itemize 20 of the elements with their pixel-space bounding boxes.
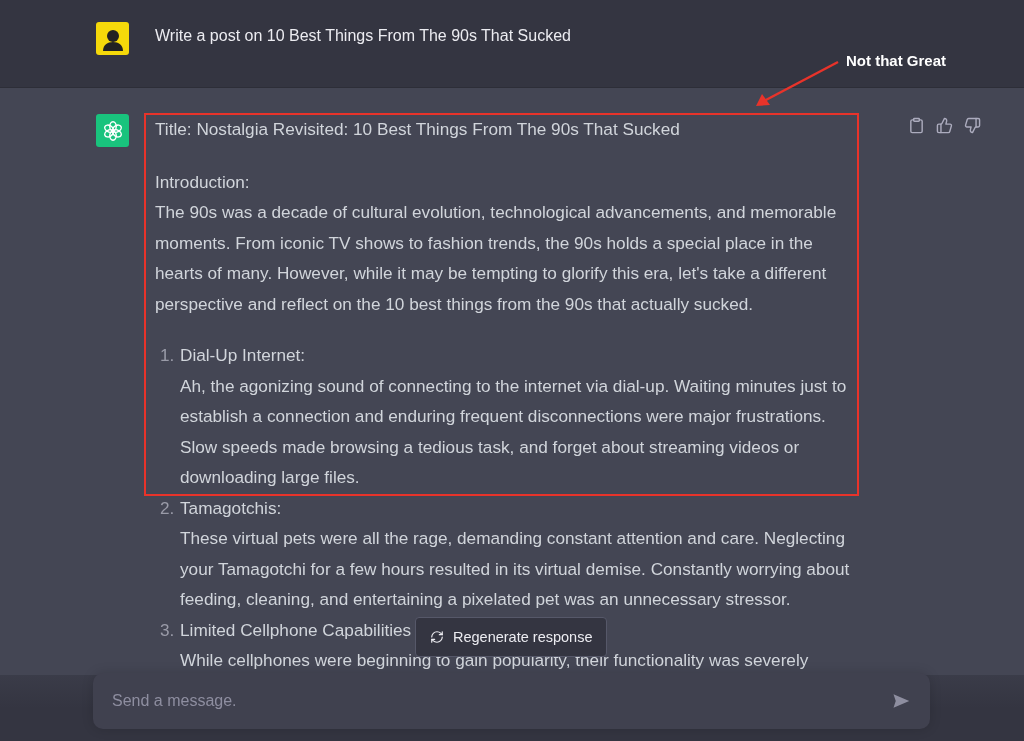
regenerate-button[interactable]: Regenerate response	[415, 617, 608, 657]
item-heading: Limited Cellphone Capabilities	[180, 618, 412, 642]
list-number: 1.	[159, 344, 176, 367]
copy-icon[interactable]	[908, 117, 925, 134]
item-paragraph: Ah, the agonizing sound of connecting to the internet via dial-up. Waiting minutes just to establish a connection and enduring frequent disconnections were major frustrations. Slow speeds made browsing a tedious task, and forget about streaming videos or downloading large files.	[180, 374, 848, 489]
list-number: 2.	[159, 496, 176, 520]
response-title: Title: Nostalgia Revisited: 10 Best Things From The 90s That Sucked	[155, 118, 681, 141]
user-message: Write a post on 10 Best Things From The 90s That Sucked	[155, 26, 571, 46]
item-heading: Tamagotchis:	[180, 496, 282, 520]
list-number: 3.	[159, 618, 176, 642]
message-input[interactable]: Send a message.	[93, 673, 930, 729]
thumbs-down-icon[interactable]	[964, 117, 981, 134]
annotation-label: Not that Great	[846, 52, 946, 69]
send-icon[interactable]	[892, 692, 910, 710]
thumbs-up-icon[interactable]	[936, 117, 953, 134]
item-heading: Dial-Up Internet:	[180, 344, 306, 367]
item-paragraph: These virtual pets were all the rage, demanding constant attention and care. Neglecting your Tamagotchi for a few hours resulted in its virtual demise. Constantly worrying about feeding, cleaning, and entertaining a pixelated pet was an unnecessary stressor.	[180, 527, 851, 611]
refresh-icon	[430, 630, 444, 644]
intro-heading: Introduction:	[155, 170, 251, 194]
intro-paragraph: The 90s was a decade of cultural evolution, technological advancements, and memorable moments. From iconic TV shows to fashion trends, the 90s holds a special place in the hearts of many. However, while it may be tempting to glorify this era, let's take a different perspective and reflect on the 10 best things from the 90s that actually sucked.	[155, 201, 838, 316]
